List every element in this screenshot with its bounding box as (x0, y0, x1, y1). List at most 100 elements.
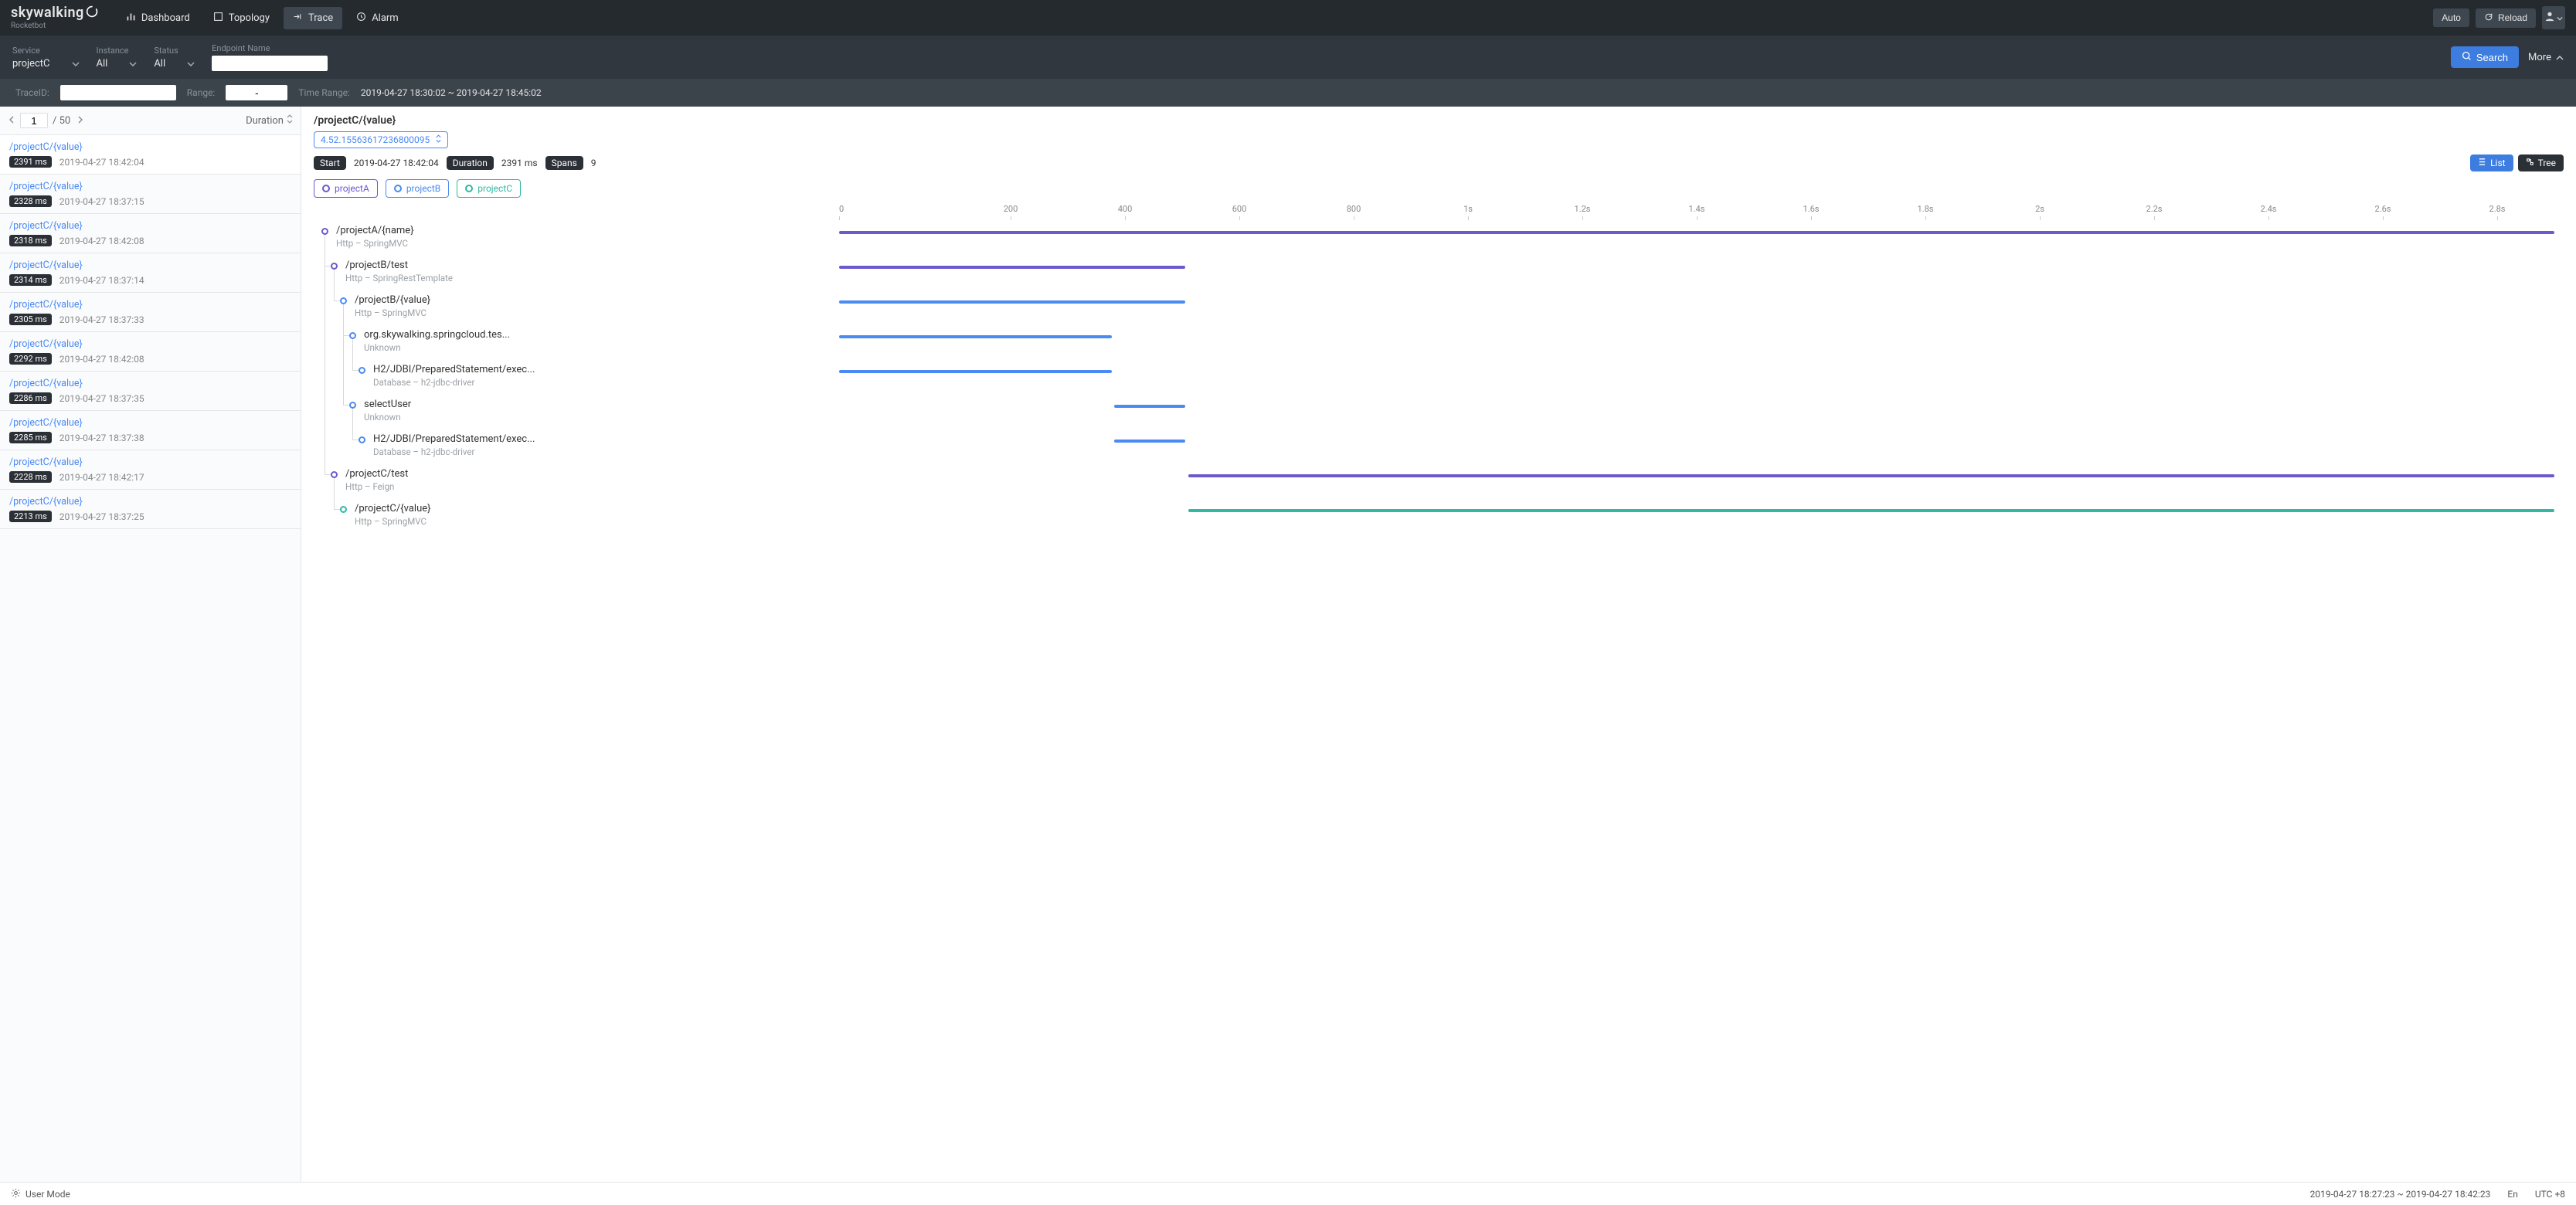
axis-tick: 1.6s (1754, 204, 1868, 214)
trace-item[interactable]: /projectC/{value} 2391 ms 2019-04-27 18:… (0, 135, 301, 175)
span-bar (839, 266, 1185, 269)
span-bar (1114, 405, 1185, 408)
axis-tick: 1.4s (1640, 204, 1754, 214)
status-filter[interactable]: Status All (154, 46, 195, 70)
nav-dashboard[interactable]: Dashboard (117, 7, 199, 29)
topology-icon (213, 12, 223, 25)
reload-button[interactable]: Reload (2476, 8, 2536, 28)
trace-title: /projectC/{value} (9, 299, 291, 311)
trace-item[interactable]: /projectC/{value} 2328 ms 2019-04-27 18:… (0, 175, 301, 214)
traceid-label: TraceID: (15, 87, 49, 98)
span-row[interactable]: H2/JDBI/PreparedStatement/exec... Databa… (314, 433, 2554, 468)
duration-badge: 2318 ms (9, 235, 52, 246)
nav-trace[interactable]: Trace (284, 7, 342, 29)
brand-name: skywalking (11, 6, 84, 20)
span-dot-icon (349, 402, 356, 409)
span-row[interactable]: H2/JDBI/PreparedStatement/exec... Databa… (314, 364, 2554, 399)
search-icon (2462, 51, 2472, 63)
duration-value: 2391 ms (501, 158, 538, 168)
nav-alarm[interactable]: Alarm (347, 7, 408, 29)
view-tree-button[interactable]: Tree (2518, 154, 2564, 171)
footer-lang[interactable]: En (2507, 1189, 2517, 1200)
trace-item[interactable]: /projectC/{value} 2286 ms 2019-04-27 18:… (0, 372, 301, 411)
axis-tick: 2.6s (2326, 204, 2440, 214)
duration-badge: 2328 ms (9, 195, 52, 207)
span-meta: Database – h2-jdbc-driver (373, 377, 535, 388)
search-button[interactable]: Search (2451, 46, 2519, 68)
trace-item[interactable]: /projectC/{value} 2285 ms 2019-04-27 18:… (0, 411, 301, 450)
trace-item[interactable]: /projectC/{value} 2228 ms 2019-04-27 18:… (0, 450, 301, 490)
trace-detail-panel: /projectC/{value} 4.52.15563617236800095… (301, 107, 2576, 1184)
alarm-icon (356, 12, 366, 25)
span-row[interactable]: /projectB/test Http – SpringRestTemplate (314, 260, 2554, 294)
chevron-down-icon (2557, 12, 2563, 24)
span-row[interactable]: /projectA/{name} Http – SpringMVC (314, 225, 2554, 260)
user-menu[interactable] (2542, 6, 2565, 29)
instance-filter[interactable]: Instance All (97, 46, 138, 70)
trace-time: 2019-04-27 18:42:04 (59, 157, 144, 168)
brand-sub: Rocketbot (11, 22, 98, 30)
legend-projecta[interactable]: projectA (314, 179, 378, 198)
filter-bar: Service projectC Instance All Status All… (0, 36, 2576, 79)
span-row[interactable]: org.skywalking.springcloud.tes... Unknow… (314, 329, 2554, 364)
span-dot-icon (331, 263, 338, 270)
trace-item[interactable]: /projectC/{value} 2305 ms 2019-04-27 18:… (0, 293, 301, 332)
endpoint-input[interactable] (212, 56, 328, 71)
span-row[interactable]: selectUser Unknown (314, 399, 2554, 433)
footer-tz[interactable]: UTC +8 (2535, 1189, 2565, 1200)
list-icon (2478, 158, 2486, 168)
axis-tick: 1.8s (1868, 204, 1983, 214)
service-filter[interactable]: Service projectC (12, 46, 80, 70)
start-label: Start (314, 156, 346, 170)
sub-filter-bar: TraceID: Range: Time Range: 2019-04-27 1… (0, 79, 2576, 107)
trace-item[interactable]: /projectC/{value} 2314 ms 2019-04-27 18:… (0, 253, 301, 293)
span-rows: /projectA/{name} Http – SpringMVC /proje… (314, 225, 2554, 538)
legend-projectb[interactable]: projectB (386, 179, 449, 198)
span-name: org.skywalking.springcloud.tes... (364, 329, 510, 341)
trace-title: /projectC/{value} (9, 181, 291, 192)
duration-badge: 2305 ms (9, 314, 52, 325)
duration-badge: 2314 ms (9, 274, 52, 286)
span-row[interactable]: /projectC/test Http – Feign (314, 468, 2554, 503)
span-row[interactable]: /projectB/{value} Http – SpringMVC (314, 294, 2554, 329)
next-page-icon[interactable] (76, 115, 84, 127)
axis-tick: 800 (1296, 204, 1411, 214)
duration-label: Duration (447, 156, 494, 170)
span-name: /projectA/{name} (336, 225, 414, 236)
trace-title: /projectC/{value} (9, 496, 291, 507)
legend-projectc[interactable]: projectC (457, 179, 521, 198)
page-input[interactable] (20, 113, 48, 128)
user-icon (2544, 11, 2555, 25)
span-row[interactable]: /projectC/{value} Http – SpringMVC (314, 503, 2554, 538)
trace-item[interactable]: /projectC/{value} 2318 ms 2019-04-27 18:… (0, 214, 301, 253)
gear-icon[interactable] (11, 1188, 21, 1200)
user-mode[interactable]: User Mode (25, 1189, 70, 1200)
trace-item[interactable]: /projectC/{value} 2213 ms 2019-04-27 18:… (0, 490, 301, 529)
trace-title: /projectC/{value} (9, 417, 291, 429)
trace-item[interactable]: /projectC/{value} 2292 ms 2019-04-27 18:… (0, 332, 301, 372)
legend: projectA projectB projectC (301, 176, 2576, 204)
timerange-value: 2019-04-27 18:30:02 ~ 2019-04-27 18:45:0… (361, 87, 542, 98)
span-bar (1114, 440, 1185, 443)
footer-timerange[interactable]: 2019-04-27 18:27:23 ~ 2019-04-27 18:42:2… (2310, 1189, 2491, 1200)
range-input[interactable] (226, 85, 287, 100)
trace-time: 2019-04-27 18:37:35 (59, 393, 144, 404)
auto-button[interactable]: Auto (2433, 8, 2469, 27)
span-dot-icon (340, 297, 347, 304)
nav-topology[interactable]: Topology (204, 7, 279, 29)
span-name: /projectB/{value} (355, 294, 430, 306)
span-dot-icon (349, 332, 356, 339)
trace-list[interactable]: /projectC/{value} 2391 ms 2019-04-27 18:… (0, 135, 301, 1184)
trace-time: 2019-04-27 18:42:08 (59, 354, 144, 365)
traceid-input[interactable] (60, 85, 176, 100)
trace-title: /projectC/{value} (9, 260, 291, 271)
span-name: /projectC/test (345, 468, 408, 480)
view-list-button[interactable]: List (2470, 154, 2513, 171)
more-button[interactable]: More (2528, 52, 2564, 63)
sort-selector[interactable]: Duration (246, 114, 293, 127)
trace-id-select[interactable]: 4.52.15563617236800095 (314, 131, 448, 148)
trace-list-panel: / 50 Duration /projectC/{value} 2391 ms … (0, 107, 301, 1184)
prev-page-icon[interactable] (8, 115, 15, 127)
reload-icon (2484, 12, 2493, 24)
span-dot-icon (359, 436, 365, 443)
